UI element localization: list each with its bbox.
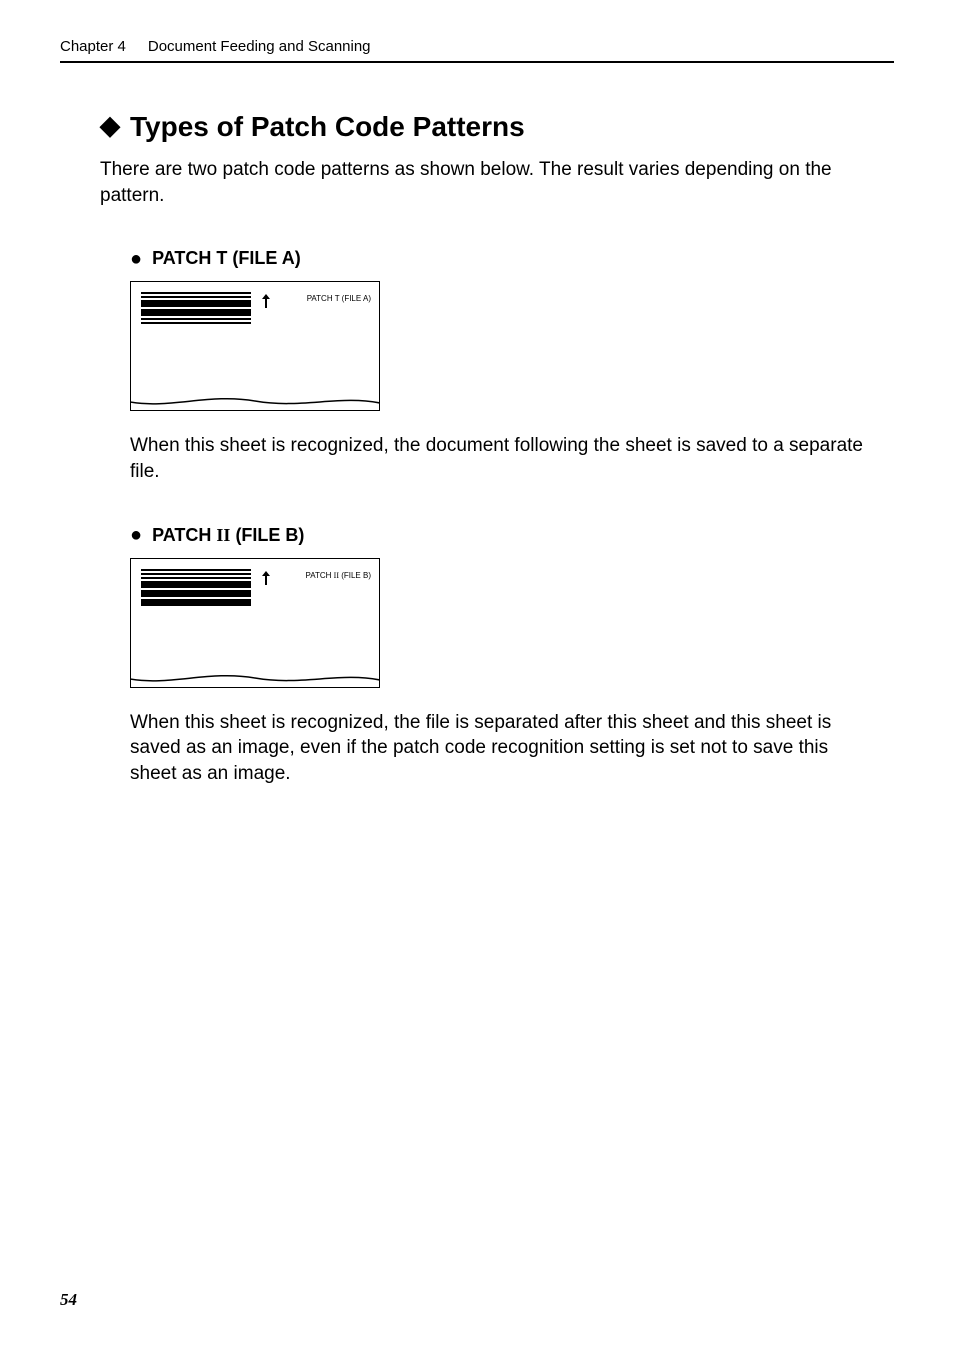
patch-t-block: ● PATCH T (FILE A) PATC — [100, 248, 874, 484]
page-container: Chapter 4 Document Feeding and Scanning … — [0, 0, 954, 786]
patch-ii-block: ● PATCH II (FILE B) — [100, 525, 874, 787]
patch-ii-heading-suffix: (FILE B) — [230, 525, 304, 545]
patch-t-heading-text: PATCH T (FILE A) — [152, 248, 301, 269]
header-title: Document Feeding and Scanning — [148, 38, 371, 55]
patch-t-barcode-icon — [141, 292, 251, 324]
section-intro: There are two patch code patterns as sho… — [100, 157, 874, 208]
section-title: ◆ Types of Patch Code Patterns — [100, 111, 874, 143]
patch-t-heading: ● PATCH T (FILE A) — [130, 248, 874, 269]
patch-ii-figure-label: PATCH II (FILE B) — [306, 571, 372, 580]
patch-ii-heading-text: PATCH II (FILE B) — [152, 525, 304, 546]
patch-t-figure: PATCH T (FILE A) — [130, 281, 380, 411]
torn-edge-icon — [130, 395, 380, 411]
patch-ii-heading-roman: II — [216, 525, 230, 545]
arrow-up-icon — [261, 294, 271, 311]
page-number: 54 — [60, 1290, 77, 1310]
patch-t-figure-label: PATCH T (FILE A) — [307, 294, 371, 303]
patch-t-description: When this sheet is recognized, the docum… — [130, 433, 874, 484]
header-chapter: Chapter 4 — [60, 38, 126, 55]
section-title-text: Types of Patch Code Patterns — [130, 111, 525, 143]
patch-ii-figure: PATCH II (FILE B) — [130, 558, 380, 688]
bullet-icon: ● — [130, 249, 142, 269]
patch-ii-figure-top: PATCH II (FILE B) — [131, 559, 379, 606]
content-area: ◆ Types of Patch Code Patterns There are… — [60, 111, 894, 786]
patch-ii-label-prefix: PATCH — [306, 571, 334, 580]
patch-ii-barcode-icon — [141, 569, 251, 606]
arrow-up-icon — [261, 571, 271, 588]
patch-ii-heading-prefix: PATCH — [152, 525, 216, 545]
patch-t-figure-top: PATCH T (FILE A) — [131, 282, 379, 324]
patch-ii-description: When this sheet is recognized, the file … — [130, 710, 874, 787]
page-header: Chapter 4 Document Feeding and Scanning — [60, 38, 894, 63]
bullet-icon: ● — [130, 525, 142, 545]
diamond-icon: ◆ — [100, 112, 120, 138]
patch-ii-heading: ● PATCH II (FILE B) — [130, 525, 874, 546]
torn-edge-icon — [130, 672, 380, 688]
patch-ii-label-suffix: (FILE B) — [339, 571, 371, 580]
